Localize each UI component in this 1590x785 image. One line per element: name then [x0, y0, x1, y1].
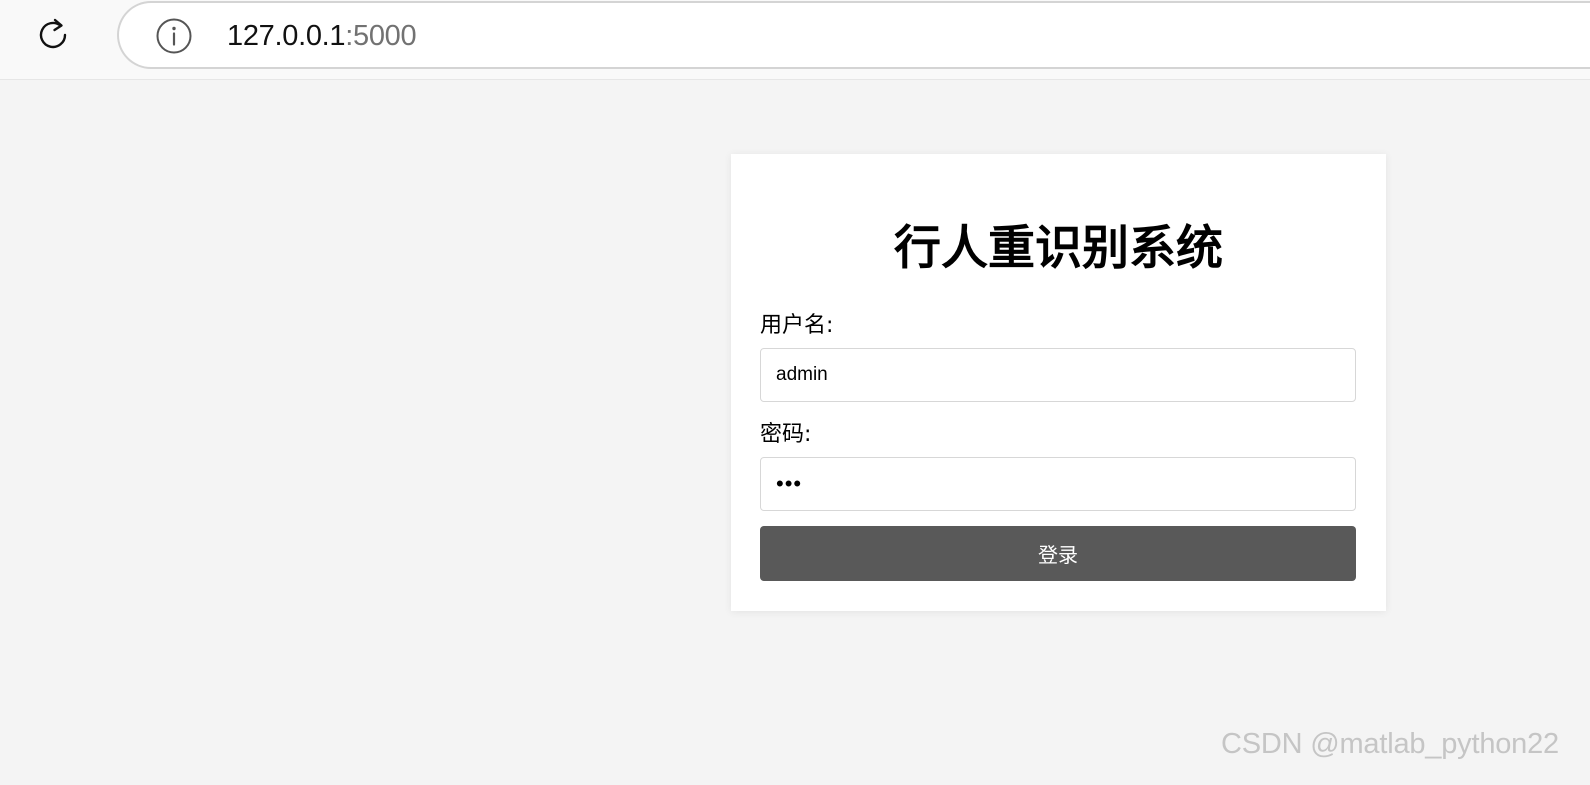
info-icon	[156, 18, 192, 54]
username-label: 用户名:	[760, 313, 834, 338]
reload-icon	[39, 18, 67, 49]
reload-button[interactable]	[32, 14, 74, 56]
page-title: 行人重识别系统	[894, 221, 1223, 276]
login-button[interactable]: 登录	[760, 526, 1356, 581]
password-input[interactable]	[760, 457, 1356, 511]
password-label: 密码:	[760, 422, 812, 447]
url-text[interactable]: 127.0.0.1:5000	[227, 20, 417, 52]
address-bar[interactable]: 127.0.0.1:5000	[117, 1, 1590, 69]
watermark-text: CSDN @matlab_python22	[1221, 728, 1559, 760]
browser-toolbar: 127.0.0.1:5000	[0, 0, 1590, 80]
site-info-button[interactable]	[155, 17, 193, 55]
login-card: 行人重识别系统 用户名: 密码: 登录	[731, 154, 1386, 611]
url-port: :5000	[345, 20, 417, 52]
url-host: 127.0.0.1	[227, 20, 346, 52]
username-input[interactable]	[760, 348, 1356, 402]
